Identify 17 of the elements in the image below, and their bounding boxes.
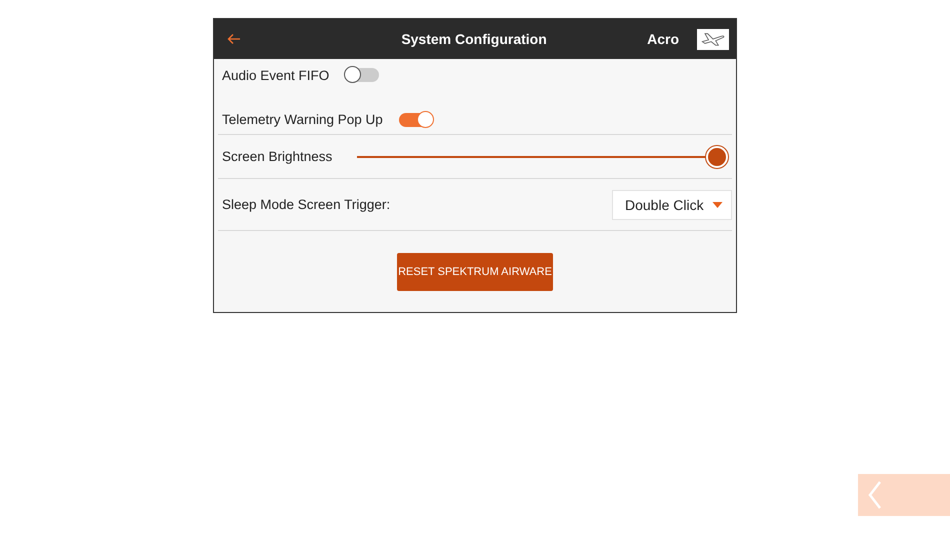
airplane-icon [699, 31, 727, 47]
slider-thumb[interactable] [706, 146, 728, 168]
setting-label: Audio Event FIFO [222, 68, 330, 82]
setting-label: Screen Brightness [222, 149, 334, 164]
screen-title: System Configuration [400, 31, 548, 47]
model-type-badge[interactable] [697, 28, 729, 50]
back-arrow-icon[interactable] [227, 33, 241, 45]
setting-label: Telemetry Warning Pop Up [222, 112, 383, 127]
toggle-switch[interactable] [398, 113, 433, 127]
model-name: Acro [647, 31, 679, 47]
toggle-switch[interactable] [345, 68, 380, 82]
trigger-dropdown[interactable]: Double Click [612, 190, 732, 220]
brightness-slider[interactable] [357, 144, 728, 168]
caret-icon [712, 202, 723, 208]
reset-button[interactable]: RESET SPEKTRUM AIRWARE [397, 252, 553, 290]
setting-label: Sleep Mode Screen Trigger: [222, 197, 390, 212]
chevron-left-icon [868, 481, 882, 509]
